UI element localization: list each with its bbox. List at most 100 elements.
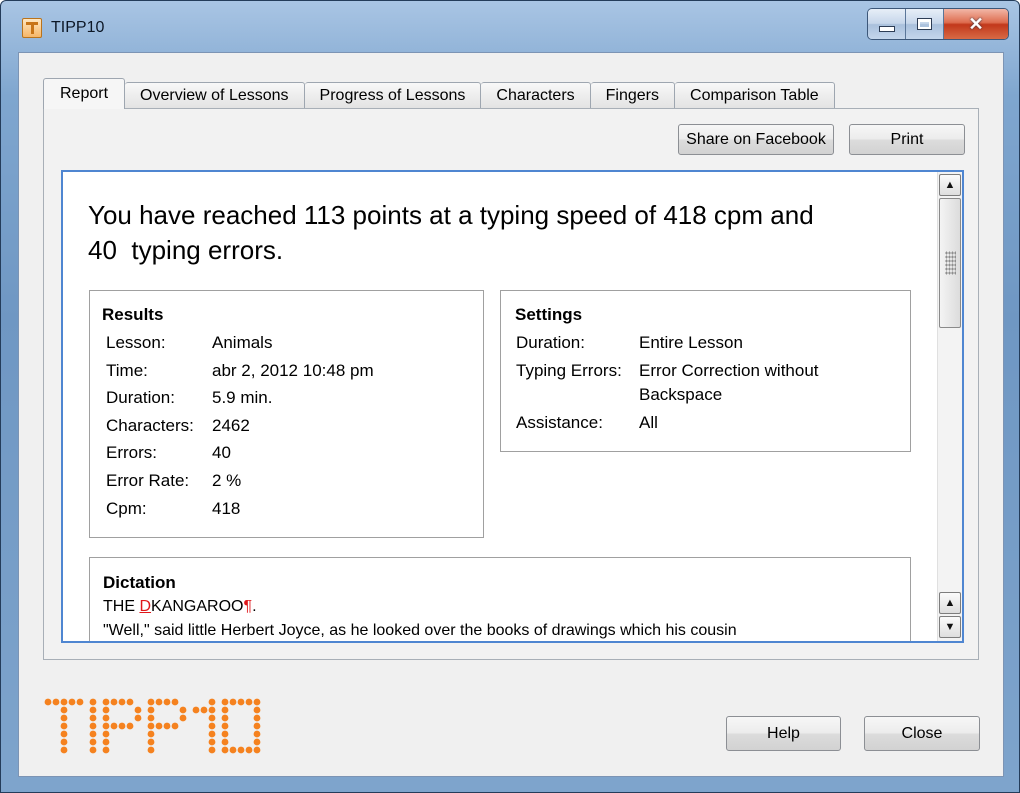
tab-progress-of-lessons[interactable]: Progress of Lessons [304, 82, 482, 109]
logo-dot [221, 706, 229, 714]
logo-dot [118, 722, 126, 730]
logo-dot [89, 738, 97, 746]
title-bar[interactable]: TIPP10 ✕ [1, 1, 1019, 47]
logo-dot [171, 722, 179, 730]
logo-dot [60, 714, 68, 722]
result-value: abr 2, 2012 10:48 pm [212, 361, 374, 380]
result-label: Duration: [106, 388, 175, 407]
logo-dot [44, 698, 52, 706]
result-label: Time: [106, 361, 148, 380]
logo-dot [147, 738, 155, 746]
arrow-up-icon: ▲ [944, 597, 956, 609]
logo-dot [52, 698, 60, 706]
maximize-button[interactable] [906, 9, 944, 39]
result-label: Cpm: [106, 499, 147, 518]
tab-characters[interactable]: Characters [481, 82, 591, 109]
tipp10-logo [41, 698, 303, 759]
logo-dot [237, 746, 245, 754]
logo-dot [253, 730, 261, 738]
minimize-icon [878, 26, 895, 32]
maximize-icon [917, 18, 932, 30]
logo-dot [126, 722, 134, 730]
logo-dot [134, 706, 142, 714]
logo-dot [221, 698, 229, 706]
dictation-box: Dictation THE DKANGAROO¶. "Well," said l… [89, 557, 911, 641]
tab-bar: Report Overview of Lessons Progress of L… [43, 78, 835, 109]
tab-overview-of-lessons[interactable]: Overview of Lessons [125, 82, 305, 109]
setting-label: Assistance: [516, 413, 603, 432]
setting-value-continued: Backspace [639, 385, 723, 404]
headline-line-1: You have reached 113 points at a typing … [88, 200, 814, 230]
logo-dot [147, 714, 155, 722]
scroll-page-up-button[interactable]: ▲ [939, 592, 961, 614]
settings-title: Settings [515, 305, 583, 324]
logo-dot [208, 714, 216, 722]
report-scrollbar[interactable]: ▲ ▲ ▼ [937, 172, 962, 641]
setting-value: All [639, 413, 658, 432]
close-button[interactable]: Close [864, 716, 980, 751]
report-view[interactable]: You have reached 113 points at a typing … [61, 170, 964, 643]
arrow-down-icon: ▼ [944, 621, 956, 633]
tipp10-app-icon[interactable] [22, 18, 42, 38]
logo-dot [221, 746, 229, 754]
logo-dot [208, 730, 216, 738]
setting-value: Error Correction without [639, 361, 819, 380]
logo-dot [229, 746, 237, 754]
logo-dot [102, 714, 110, 722]
logo-dot [147, 722, 155, 730]
help-button[interactable]: Help [726, 716, 841, 751]
result-value: 418 [212, 499, 241, 518]
logo-dot [192, 706, 200, 714]
logo-dot [102, 738, 110, 746]
dictation-line-1: THE DKANGAROO¶. [103, 598, 257, 616]
logo-dot [163, 698, 171, 706]
window-title: TIPP10 [51, 19, 105, 36]
logo-dot [221, 738, 229, 746]
share-on-facebook-button[interactable]: Share on Facebook [678, 124, 834, 155]
results-box: Results Lesson: Animals Time: abr 2, 2012 … [89, 290, 484, 538]
logo-dot [229, 698, 237, 706]
logo-dot [221, 722, 229, 730]
minimize-button[interactable] [868, 9, 906, 39]
results-title: Results [102, 305, 164, 324]
logo-dot [134, 714, 142, 722]
logo-dot [102, 706, 110, 714]
logo-dot [179, 706, 187, 714]
logo-dot [253, 714, 261, 722]
logo-dot [102, 746, 110, 754]
logo-dot [179, 714, 187, 722]
headline-line-2: 40 typing errors. [88, 235, 284, 265]
setting-label: Typing Errors: [516, 361, 622, 380]
app-window: TIPP10 ✕ Report Overview of Lessons Prog… [0, 0, 1020, 793]
dictation-text: KANGAROO [151, 598, 244, 615]
logo-dot [171, 698, 179, 706]
logo-dot [221, 730, 229, 738]
scroll-up-button[interactable]: ▲ [939, 174, 961, 196]
result-value: 2462 [212, 416, 250, 435]
logo-dot [76, 698, 84, 706]
result-label: Characters: [106, 416, 194, 435]
close-window-button[interactable]: ✕ [944, 9, 1008, 39]
logo-dot [208, 706, 216, 714]
scroll-down-button[interactable]: ▼ [939, 616, 961, 638]
logo-dot [126, 698, 134, 706]
logo-dot [68, 698, 76, 706]
logo-dot [89, 746, 97, 754]
pilcrow-error-mark: ¶ [243, 598, 253, 615]
logo-dot [200, 706, 208, 714]
scroll-thumb[interactable] [939, 198, 961, 328]
result-label: Error Rate: [106, 471, 190, 490]
dialog-client-area: Report Overview of Lessons Progress of L… [18, 52, 1004, 777]
logo-dot [60, 746, 68, 754]
tab-comparison-table[interactable]: Comparison Table [675, 82, 835, 109]
logo-dot [221, 714, 229, 722]
result-value: 40 [212, 443, 231, 462]
logo-dot [110, 722, 118, 730]
logo-dot [89, 714, 97, 722]
tab-fingers[interactable]: Fingers [590, 82, 676, 109]
tab-report[interactable]: Report [43, 78, 126, 109]
logo-dot [208, 738, 216, 746]
logo-dot [155, 698, 163, 706]
print-button[interactable]: Print [849, 124, 965, 155]
logo-dot [89, 722, 97, 730]
